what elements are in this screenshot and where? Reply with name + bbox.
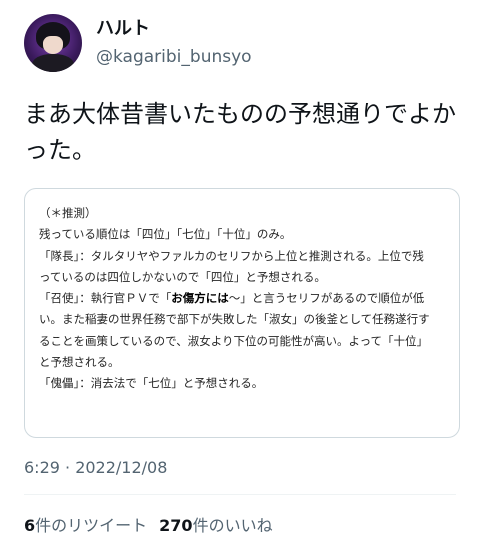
avatar-face [43, 36, 63, 54]
retweet-count: 6 [24, 516, 36, 535]
memo-text-segment: 「召使」：執行官ＰＶで「 [39, 291, 172, 306]
memo-line: （＊推測） [39, 206, 97, 220]
display-name[interactable]: ハルト [96, 18, 252, 40]
memo-text: （＊推測） 残っている順位は「四位」「七位」「十位」のみ。 「隊長」：タルタリヤ… [39, 203, 451, 395]
tweet-header: ハルト @kagaribi_bunsyo [24, 14, 252, 72]
attached-image[interactable]: （＊推測） 残っている順位は「四位」「七位」「十位」のみ。 「隊長」：タルタリヤ… [24, 188, 460, 438]
retweet-label: 件のリツイート [35, 516, 148, 535]
tweet-stats: 6件のリツイート 270件のいいね [24, 512, 273, 536]
memo-line: 「隊長」：タルタリヤやファルカのセリフから上位と推測される。上位で残 [39, 248, 424, 263]
memo-line: 「傀儡」：消去法で「七位」と予想される。 [39, 376, 264, 391]
memo-line: 残っている順位は「四位」「七位」「十位」のみ。 [39, 227, 292, 242]
like-label: 件のいいね [192, 516, 273, 535]
retweet-stat[interactable]: 6件のリツイート [24, 516, 147, 535]
memo-text-segment: 〜」と言うセリフがあるので順位が低 [228, 291, 425, 306]
memo-line: と予想される。 [39, 355, 120, 370]
like-stat[interactable]: 270件のいいね [159, 516, 272, 535]
tweet-text: まあ大体昔書いたものの予想通りでよかった。 [24, 100, 456, 164]
like-count: 270 [159, 516, 193, 535]
tweet-timestamp[interactable]: 6:29 · 2022/12/08 [24, 458, 167, 477]
memo-line: っているのは四位しかないので「四位」と予想される。 [39, 269, 326, 284]
divider [24, 494, 456, 495]
memo-line: い。また稲妻の世界任務で部下が失敗した「淑女」の後釜として任務遂行す [39, 312, 430, 327]
avatar-body [32, 54, 74, 72]
memo-bold-quote: お傷方には [171, 291, 229, 306]
user-names: ハルト @kagaribi_bunsyo [96, 18, 252, 68]
avatar[interactable] [24, 14, 82, 72]
user-handle[interactable]: @kagaribi_bunsyo [96, 46, 252, 68]
memo-line: ることを画策しているので、淑女より下位の可能性が高い。よって「十位」 [39, 333, 429, 348]
memo-line: 「召使」：執行官ＰＶで「お傷方には〜」と言うセリフがあるので順位が低 [39, 288, 451, 309]
